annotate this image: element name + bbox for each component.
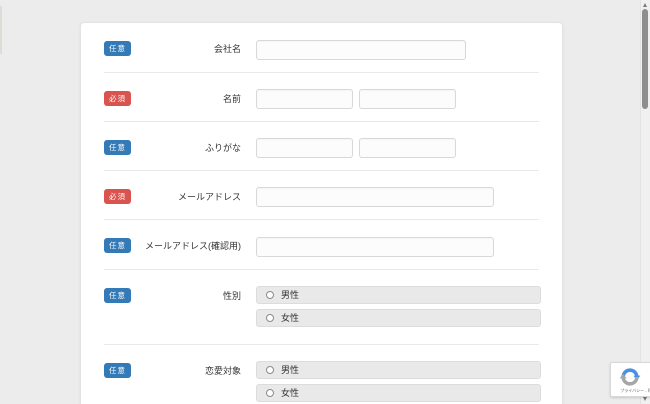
recaptcha-icon (619, 366, 641, 388)
required-badge: 必須 (104, 189, 131, 204)
controls-email (256, 187, 494, 208)
controls-love-interest: 男性 女性 (256, 361, 541, 402)
form-row-email-confirm: 任意 メールアドレス(確認用) (81, 220, 562, 269)
form-row-name: 必須 名前 (81, 73, 562, 121)
recaptcha-badge[interactable]: プライバシー - 利用規約 (610, 362, 650, 397)
email-confirm-input[interactable] (256, 237, 494, 257)
controls-furigana (256, 138, 456, 158)
form-row-gender: 任意 性別 男性 女性 (81, 270, 562, 344)
first-name-input[interactable] (359, 89, 456, 109)
required-badge: 必須 (104, 91, 131, 106)
controls-company (256, 39, 466, 60)
recaptcha-privacy-terms[interactable]: プライバシー - 利用規約 (614, 388, 650, 394)
scrollbar[interactable] (640, 0, 650, 404)
field-label-name: 名前 (131, 89, 241, 109)
field-label-furigana: ふりがな (131, 138, 241, 158)
optional-badge: 任意 (104, 140, 131, 155)
controls-gender: 男性 女性 (256, 286, 541, 327)
optional-badge: 任意 (104, 238, 131, 253)
form-row-email: 必須 メールアドレス (81, 171, 562, 220)
page: 任意 会社名 必須 名前 任意 ふりがな (0, 0, 650, 404)
company-name-input[interactable] (256, 40, 466, 60)
gender-female-option[interactable]: 女性 (256, 309, 541, 327)
radio-icon[interactable] (266, 366, 274, 374)
form-row-company: 任意 会社名 (81, 23, 562, 72)
optional-badge: 任意 (104, 288, 131, 303)
field-label-email-confirm: メールアドレス(確認用) (131, 236, 241, 256)
field-label-email: メールアドレス (131, 187, 241, 207)
radio-icon[interactable] (266, 291, 274, 299)
radio-icon[interactable] (266, 314, 274, 322)
scroll-up-arrow-icon[interactable] (643, 3, 647, 7)
radio-label: 男性 (281, 286, 299, 304)
love-interest-female-option[interactable]: 女性 (256, 384, 541, 402)
radio-label: 女性 (281, 309, 299, 327)
optional-badge: 任意 (104, 41, 131, 56)
radio-icon[interactable] (266, 389, 274, 397)
love-interest-male-option[interactable]: 男性 (256, 361, 541, 379)
controls-email-confirm (256, 236, 494, 257)
last-name-input[interactable] (256, 89, 353, 109)
form-row-love-interest: 任意 恋愛対象 男性 女性 (81, 345, 562, 404)
scrollbar-thumb[interactable] (642, 9, 648, 109)
form-row-furigana: 任意 ふりがな (81, 122, 562, 170)
radio-label: 男性 (281, 361, 299, 379)
furigana-last-input[interactable] (256, 138, 353, 158)
email-input[interactable] (256, 187, 494, 207)
furigana-first-input[interactable] (359, 138, 456, 158)
field-label-company: 会社名 (131, 39, 241, 59)
form-card: 任意 会社名 必須 名前 任意 ふりがな (80, 22, 563, 404)
gender-male-option[interactable]: 男性 (256, 286, 541, 304)
field-label-love-interest: 恋愛対象 (131, 361, 241, 381)
field-label-gender: 性別 (131, 286, 241, 306)
optional-badge: 任意 (104, 363, 131, 378)
window-edge-artifact (0, 6, 2, 54)
controls-name (256, 89, 456, 109)
radio-label: 女性 (281, 384, 299, 402)
scroll-down-arrow-icon[interactable] (643, 397, 647, 401)
